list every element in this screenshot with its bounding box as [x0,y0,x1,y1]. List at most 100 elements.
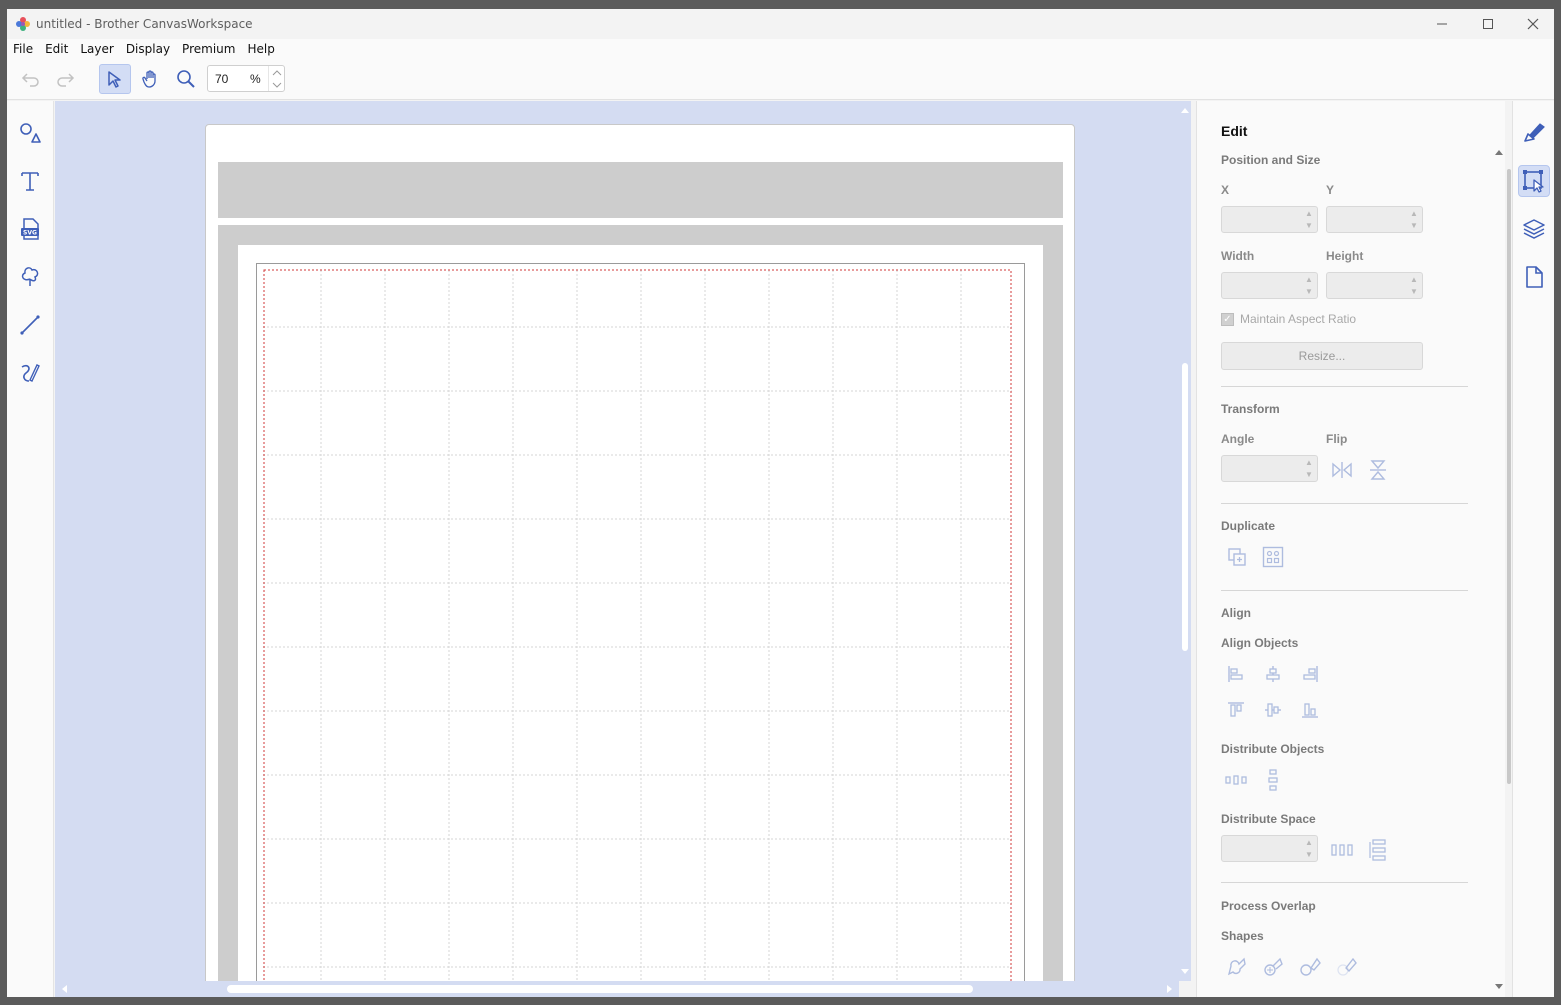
menu-bar: File Edit Layer Display Premium Help [7,39,1554,59]
menu-file[interactable]: File [7,39,39,59]
align-objects-label: Align Objects [1221,636,1299,650]
width-label: Width [1221,249,1255,263]
align-bottom-button[interactable] [1297,697,1323,723]
panel-scroll-thumb[interactable] [1507,169,1511,784]
width-field[interactable]: ▲ ▼ [1221,272,1318,299]
flip-label: Flip [1326,432,1348,446]
close-button[interactable] [1510,9,1554,39]
minimize-icon [1437,23,1447,25]
scroll-down-icon [1181,969,1189,974]
panel-scroll-down-icon[interactable] [1494,982,1504,992]
text-tool-button[interactable] [14,165,46,197]
pen-icon [21,364,40,382]
canvas-vertical-scrollbar[interactable] [1179,101,1191,981]
intersect-button[interactable] [1334,954,1360,980]
svg-import-button[interactable]: SVG [14,213,46,245]
y-label: Y [1326,183,1335,197]
zoom-input[interactable]: 70 % [207,65,285,92]
weld-button[interactable] [1223,954,1249,980]
chevron-down-icon: ▼ [1410,287,1418,296]
magnifier-icon [177,70,195,88]
line-tool-button[interactable] [14,309,46,341]
maintain-aspect-checkbox[interactable]: ✓ [1221,313,1234,326]
tab-edit[interactable] [1518,165,1550,197]
y-field[interactable]: ▲ ▼ [1326,206,1423,233]
canvas-area[interactable] [55,101,1179,981]
subtract-button[interactable] [1297,954,1323,980]
tab-layers[interactable] [1518,213,1550,245]
align-middle-button[interactable] [1260,697,1286,723]
chevron-up-icon: ▲ [1305,838,1313,847]
redo-button[interactable] [49,64,81,94]
freehand-tool-button[interactable] [14,357,46,389]
chevron-up-icon: ▲ [1305,275,1313,284]
distribute-horizontal-button[interactable] [1223,767,1249,793]
select-tool-button[interactable] [99,64,131,94]
chevron-down-icon: ▼ [1410,221,1418,230]
canvas-sheet [205,124,1075,981]
menu-premium[interactable]: Premium [176,39,241,59]
panel-scroll-up-icon[interactable] [1494,148,1504,158]
duplicate-icon [1228,548,1246,566]
resize-button[interactable]: Resize... [1221,342,1423,370]
menu-edit[interactable]: Edit [39,39,74,59]
zoom-stepper[interactable] [268,66,284,91]
pattern-tool-button[interactable] [14,261,46,293]
minimize-button[interactable] [1419,9,1465,39]
overlap-icon [1264,957,1283,976]
shapes-label: Shapes [1221,929,1264,943]
duplicate-heading: Duplicate [1221,519,1276,533]
align-middle-icon [1265,703,1281,717]
mat-header-strip [218,162,1063,218]
cut-area-boundary [263,269,1012,981]
x-field[interactable]: ▲ ▼ [1221,206,1318,233]
multi-duplicate-button[interactable] [1260,544,1286,570]
space-horizontal-button[interactable] [1329,837,1355,863]
tab-object-properties[interactable] [1518,117,1550,149]
align-right-button[interactable] [1297,661,1323,687]
vertical-scroll-thumb[interactable] [1182,363,1188,651]
align-bottom-icon [1302,703,1318,718]
maximize-button[interactable] [1465,9,1511,39]
tab-page[interactable] [1518,261,1550,293]
angle-field[interactable]: ▲ ▼ [1221,455,1318,482]
menu-help[interactable]: Help [241,39,280,59]
menu-display[interactable]: Display [120,39,176,59]
chevron-up-icon: ▲ [1410,209,1418,218]
flip-vertical-button[interactable] [1365,457,1391,483]
space-horizontal-icon [1331,844,1353,856]
maintain-aspect-label: Maintain Aspect Ratio [1240,312,1357,326]
svg-file-icon: SVG [21,218,39,240]
canvas-horizontal-scrollbar[interactable] [55,981,1179,997]
align-left-button[interactable] [1223,661,1249,687]
undo-button[interactable] [15,64,47,94]
array-duplicate-icon [1262,546,1284,568]
align-left-icon [1228,666,1243,682]
shapes-tool-button[interactable] [14,117,46,149]
scroll-right-icon [1167,985,1172,993]
window-title: untitled - Brother CanvasWorkspace [36,17,253,31]
duplicate-button[interactable] [1224,544,1250,570]
toolbar: 70 % [7,59,1554,100]
app-logo-icon [16,17,30,31]
group-overlap-button[interactable] [1260,954,1286,980]
mat-frame [218,225,1063,981]
app-window: untitled - Brother CanvasWorkspace File … [7,9,1554,997]
height-field[interactable]: ▲ ▼ [1326,272,1423,299]
menu-layer[interactable]: Layer [74,39,119,59]
pan-tool-button[interactable] [135,64,167,94]
align-center-button[interactable] [1260,661,1286,687]
maximize-icon [1483,19,1493,29]
align-top-button[interactable] [1223,697,1249,723]
mat-grid[interactable] [256,263,1025,981]
page-icon [1526,266,1543,288]
distribute-space-field[interactable]: ▲ ▼ [1221,835,1318,862]
chevron-down-icon [272,82,282,88]
space-vertical-button[interactable] [1365,837,1391,863]
horizontal-scroll-thumb[interactable] [227,985,973,993]
flip-horizontal-button[interactable] [1329,457,1355,483]
zoom-tool-button[interactable] [170,64,202,94]
shapes-icon [20,123,41,143]
transform-heading: Transform [1221,402,1280,416]
distribute-vertical-button[interactable] [1260,767,1286,793]
